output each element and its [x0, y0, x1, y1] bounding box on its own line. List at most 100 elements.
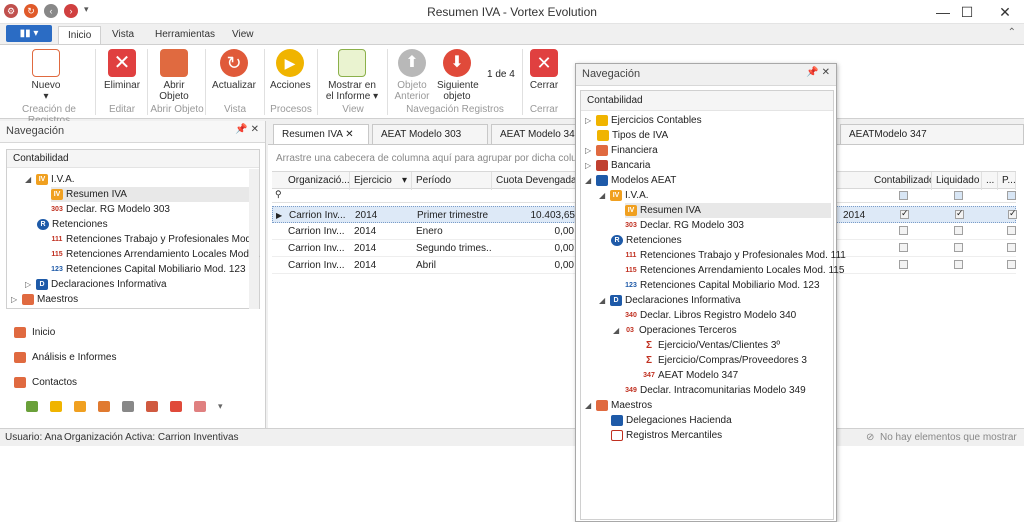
siguiente-objeto-button[interactable]: ⬇ Siguiente objeto	[437, 49, 479, 102]
tree-item-iva[interactable]: ◢ IV I.V.A.	[599, 188, 649, 203]
liquidado-checkbox[interactable]	[954, 226, 963, 235]
tree-item-mod-111[interactable]: 111 Retenciones Trabajo y Profesionales M…	[51, 232, 259, 247]
tree-item-modelo-303[interactable]: 303 Declar. RG Modelo 303	[625, 218, 744, 233]
tree-item-retenciones[interactable]: R Retenciones	[611, 233, 682, 248]
contabilizado-checkbox[interactable]	[899, 243, 908, 252]
pin-close-icons[interactable]: 📌 ✕	[806, 67, 830, 78]
doctab-aeat-347[interactable]: AEATModelo 347	[840, 124, 1024, 144]
tree-item-iva[interactable]: ◢ IV I.V.A.	[25, 172, 75, 187]
tree-item-registros-mercantiles[interactable]: Registros Mercantiles	[611, 428, 722, 443]
tree-item-ventas-clientes[interactable]: Σ Ejercicio/Ventas/Clientes 3º	[643, 338, 780, 353]
tree-item-declaraciones[interactable]: ▷ D Declaraciones Informativa	[25, 277, 167, 292]
contabilizado-checkbox[interactable]	[900, 208, 909, 219]
module-icon[interactable]	[146, 401, 158, 412]
module-icon[interactable]	[122, 401, 134, 412]
nav-link-inicio[interactable]: Inicio	[14, 327, 55, 338]
contabilizado-checkbox[interactable]	[899, 226, 908, 235]
tab-view[interactable]: View	[223, 26, 263, 44]
tree-label: Modelos AEAT	[611, 175, 677, 186]
cell-cuota: 0,00	[554, 226, 574, 237]
close-button[interactable]: ✕	[982, 0, 1024, 24]
tree-item-resumen-iva[interactable]: IV Resumen IVA	[51, 187, 251, 202]
tree-item-delegaciones[interactable]: Delegaciones Hacienda	[611, 413, 732, 428]
folder-icon	[596, 145, 608, 156]
tree-item-mod-111[interactable]: 111 Retenciones Trabajo y Profesionales M…	[625, 248, 846, 263]
liquidado-checkbox[interactable]	[955, 208, 964, 219]
tree-scrollbar[interactable]	[249, 169, 259, 309]
module-icon[interactable]	[50, 401, 62, 412]
module-icon[interactable]	[26, 401, 38, 412]
tab-herramientas[interactable]: Herramientas	[146, 26, 224, 44]
tree-item-bancaria[interactable]: ▷ Bancaria	[585, 158, 650, 173]
tree-item-mod-115[interactable]: 115 Retenciones Arrendamiento Locales Mod…	[625, 263, 844, 278]
column-header[interactable]: Período	[412, 172, 492, 190]
doctab-aeat-303[interactable]: AEAT Modelo 303	[372, 124, 488, 144]
liquidado-checkbox[interactable]	[954, 243, 963, 252]
module-icon[interactable]	[74, 401, 86, 412]
eliminar-button[interactable]: ✕ Eliminar	[103, 49, 141, 91]
tree-item-ejercicios[interactable]: ▷ Ejercicios Contables	[585, 113, 702, 128]
collapse-ribbon-icon[interactable]: ⌃	[1008, 27, 1016, 38]
p-checkbox[interactable]	[1008, 208, 1017, 219]
p-checkbox[interactable]	[1007, 243, 1016, 252]
window-title: Resumen IVA - Vortex Evolution	[427, 5, 597, 19]
filter-checkbox[interactable]	[954, 191, 963, 200]
tab-vista[interactable]: Vista	[103, 26, 143, 44]
nav-link-contactos[interactable]: Contactos	[14, 377, 77, 388]
cerrar-button[interactable]: ✕ Cerrar	[527, 49, 561, 91]
tree-item-mod-115[interactable]: 115 Retenciones Arrendamiento Locales Mod…	[51, 247, 260, 262]
actualizar-button[interactable]: ↻ Actualizar	[212, 49, 256, 91]
doctab-aeat-34x[interactable]: AEAT Modelo 34	[491, 124, 576, 144]
module-icon[interactable]	[170, 401, 182, 412]
column-header[interactable]: Cuota Devengada	[492, 172, 578, 190]
record-counter: 1 de 4	[487, 69, 515, 80]
p-checkbox[interactable]	[1007, 260, 1016, 269]
column-header[interactable]: ...	[982, 172, 998, 190]
column-header[interactable]: Liquidado	[932, 172, 982, 190]
contabilizado-checkbox[interactable]	[899, 260, 908, 269]
p-checkbox[interactable]	[1007, 226, 1016, 235]
abrir-objeto-button[interactable]: Abrir Objeto	[156, 49, 192, 102]
file-menu-button[interactable]: ▮▮ ▾	[6, 25, 52, 42]
tab-inicio[interactable]: Inicio	[58, 26, 102, 44]
tree-item-resumen-iva[interactable]: IV Resumen IVA	[625, 203, 831, 218]
nuevo-button[interactable]: Nuevo ▾	[28, 49, 64, 102]
filter-checkbox[interactable]	[899, 191, 908, 200]
tree-item-operaciones-terceros[interactable]: ◢ 03 Operaciones Terceros	[613, 323, 737, 338]
column-header[interactable]: P...	[998, 172, 1016, 190]
cell-ejercicio: 2014	[355, 210, 378, 221]
objeto-anterior-button[interactable]: ⬆ Objeto Anterior	[393, 49, 431, 102]
tree-item-modelo-349[interactable]: 349 Declar. Intracomunitarias Modelo 349	[625, 383, 806, 398]
tree-item-financiera[interactable]: ▷ Financiera	[585, 143, 658, 158]
tree-item-modelo-347[interactable]: 347 AEAT Modelo 347	[643, 368, 738, 383]
tree-item-modelo-340[interactable]: 340 Declar. Libros Registro Modelo 340	[625, 308, 796, 323]
filter-checkbox[interactable]	[1007, 191, 1016, 200]
column-header[interactable]: Ejercicio ▾	[350, 172, 412, 190]
tree-item-maestros[interactable]: ◢ Maestros	[585, 398, 652, 413]
tree-item-mod-123[interactable]: 123 Retenciones Capital Mobiliario Mod. 1…	[51, 262, 246, 277]
tree-item-tipos-iva[interactable]: Tipos de IVA	[597, 128, 668, 143]
column-header[interactable]: Contabilizado	[870, 172, 932, 190]
mostrar-informe-button[interactable]: Mostrar en el Informe ▾	[325, 49, 379, 102]
tree-item-modelos-aeat[interactable]: ◢ Modelos AEAT	[585, 173, 676, 188]
liquidado-checkbox[interactable]	[954, 260, 963, 269]
column-header[interactable]: Organizació...	[284, 172, 350, 190]
close-tab-icon[interactable]: ✕	[345, 129, 353, 140]
tree-item-retenciones[interactable]: R Retenciones	[37, 217, 108, 232]
cell-periodo: Enero	[416, 226, 443, 237]
module-icon[interactable]	[98, 401, 110, 412]
acciones-button[interactable]: ▶ Acciones	[270, 49, 311, 91]
more-modules-icon[interactable]: ▾	[218, 401, 223, 412]
float-nav-header[interactable]: Navegación 📌 ✕	[576, 64, 836, 86]
tree-item-mod-123[interactable]: 123 Retenciones Capital Mobiliario Mod. 1…	[625, 278, 820, 293]
tree-label: Resumen IVA	[66, 189, 127, 200]
pin-close-icons[interactable]: 📌 ✕	[235, 124, 259, 135]
doctab-resumen-iva[interactable]: Resumen IVA ✕	[273, 124, 369, 144]
module-icon[interactable]	[194, 401, 206, 412]
tree-label: I.V.A.	[625, 190, 649, 201]
nav-link-analisis[interactable]: Análisis e Informes	[14, 352, 116, 363]
tree-item-compras-proveedores[interactable]: Σ Ejercicio/Compras/Proveedores 3	[643, 353, 807, 368]
tree-item-maestros[interactable]: ▷ Maestros	[11, 292, 78, 307]
tree-item-declaraciones[interactable]: ◢ D Declaraciones Informativa	[599, 293, 741, 308]
tree-item-modelo-303[interactable]: 303 Declar. RG Modelo 303	[51, 202, 170, 217]
